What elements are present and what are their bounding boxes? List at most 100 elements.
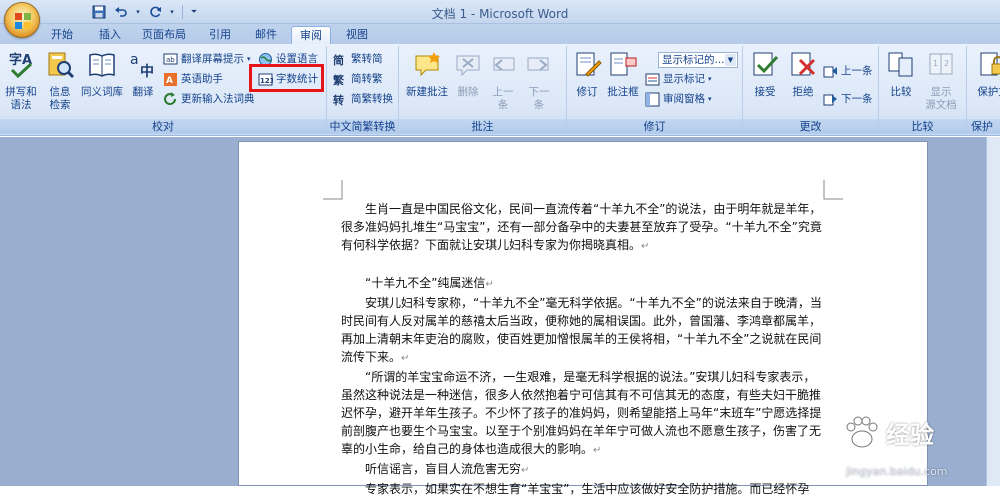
paragraph: “所谓的羊宝宝命运不济，一生艰难，是毫无科学根据的说法。”安琪儿妇科专家表示，虽… bbox=[341, 370, 822, 456]
english-assistant-button[interactable]: A 英语助手 bbox=[163, 70, 223, 88]
previous-change-icon bbox=[823, 66, 837, 77]
track-changes-button[interactable]: 修订 bbox=[571, 50, 603, 99]
margin-corner-mark bbox=[823, 180, 843, 200]
dropdown-arrow-icon: ▼ bbox=[725, 54, 736, 66]
tab-view[interactable]: 视图 bbox=[339, 26, 375, 44]
svg-text:中: 中 bbox=[140, 63, 154, 80]
group-comments: 新建批注 删除 上一 条 下一 条 批注 bbox=[399, 46, 567, 134]
show-markup-icon bbox=[645, 73, 660, 85]
paragraph-mark: ↵ bbox=[401, 353, 410, 364]
paw-logo-icon bbox=[846, 416, 878, 448]
new-comment-button[interactable]: 新建批注 bbox=[403, 50, 451, 99]
show-markup-button[interactable]: 显示标记 ▾ bbox=[645, 70, 712, 88]
dropdown-arrow-icon: ▾ bbox=[708, 75, 712, 83]
group-label-protect: 保护 bbox=[967, 119, 1000, 134]
title-bar: ▾ ▾ ⏷ 文档 1 - Microsoft Word bbox=[0, 0, 1000, 24]
new-comment-icon bbox=[415, 52, 440, 77]
group-label-comments: 批注 bbox=[399, 119, 566, 134]
translate-tip-button[interactable]: ab 翻译屏幕提示 ▾ bbox=[163, 50, 251, 68]
paragraph: 生肖一直是中国民俗文化，民间一直流传着“十羊九不全”的说法，由于明年就是羊年，很… bbox=[341, 202, 822, 252]
baidu-jingyan-watermark: 经验 jingyan.baidu.com bbox=[842, 413, 992, 483]
research-button[interactable]: 信息 检索 bbox=[44, 50, 76, 112]
compare-button[interactable]: 比较 bbox=[883, 50, 919, 99]
paragraph-heading: 听信谣言，盲目人流危害无穷↵ bbox=[365, 462, 530, 476]
next-change-button[interactable]: 下一条 bbox=[823, 90, 873, 108]
svg-text:繁: 繁 bbox=[333, 73, 345, 87]
convert-icon: 转 bbox=[333, 93, 344, 107]
paragraph: 安琪儿妇科专家称，“十羊九不全”毫无科学依据。“十羊九不全”的说法来自于晚清，当… bbox=[341, 296, 822, 364]
abc-check-icon: 字A bbox=[9, 52, 32, 79]
tab-references[interactable]: 引用 bbox=[202, 26, 238, 44]
margin-corner-mark bbox=[323, 180, 343, 200]
group-chinese-conversion: 简 繁转简 繁 简转繁 转 简繁转换 中文简繁转换 bbox=[327, 46, 399, 134]
word-count-highlight bbox=[249, 64, 324, 92]
ribbon: 字A 拼写和 语法 信息 检索 同义词库 a 中 翻译 ab 翻译屏幕提示 ▾ … bbox=[0, 44, 1000, 136]
group-compare: 比较 1 2 显示 源文档 比较 bbox=[879, 46, 967, 134]
svg-text:转: 转 bbox=[333, 93, 344, 107]
reject-button[interactable]: 拒绝 bbox=[785, 50, 821, 99]
svg-text:a: a bbox=[130, 52, 139, 68]
group-label-chinese-conversion: 中文简繁转换 bbox=[327, 119, 398, 134]
accept-button[interactable]: 接受 bbox=[747, 50, 783, 99]
paragraph: 专家表示，如果实在不想生育“羊宝宝”，生活中应该做好安全防护措施。而已经怀孕 bbox=[365, 482, 810, 496]
thesaurus-button[interactable]: 同义词库 bbox=[79, 50, 125, 99]
document-page[interactable]: 生肖一直是中国民俗文化，民间一直流传着“十羊九不全”的说法，由于明年就是羊年，很… bbox=[238, 141, 928, 496]
source-documents-icon: 1 2 bbox=[929, 53, 953, 75]
document-body[interactable]: 生肖一直是中国民俗文化，民间一直流传着“十羊九不全”的说法，由于明年就是羊年，很… bbox=[341, 200, 823, 498]
next-change-icon bbox=[823, 94, 837, 105]
tab-page-layout[interactable]: 页面布局 bbox=[138, 26, 190, 44]
show-source-documents-button[interactable]: 1 2 显示 源文档 bbox=[921, 50, 961, 112]
review-pane-button[interactable]: 审阅窗格 ▾ bbox=[645, 90, 712, 108]
refresh-icon bbox=[164, 91, 177, 105]
paragraph-mark: ↵ bbox=[593, 445, 602, 456]
group-changes: 接受 拒绝 上一条 下一条 更改 bbox=[743, 46, 879, 134]
traditional-icon: 繁 bbox=[333, 73, 345, 87]
spelling-grammar-button[interactable]: 字A 拼写和 语法 bbox=[4, 50, 38, 112]
simplified-icon: 简 bbox=[333, 53, 344, 67]
tab-insert[interactable]: 插入 bbox=[92, 26, 128, 44]
update-ime-dictionary-button[interactable]: 更新输入法词典 bbox=[163, 90, 255, 108]
tab-mailings[interactable]: 邮件 bbox=[248, 26, 284, 44]
display-for-review-select[interactable]: 显示标记的... ▼ bbox=[658, 52, 738, 68]
previous-comment-button[interactable]: 上一 条 bbox=[487, 50, 519, 112]
svg-text:ab: ab bbox=[166, 56, 175, 64]
review-pane-icon bbox=[645, 92, 660, 106]
compare-icon bbox=[888, 52, 913, 77]
delete-comment-button[interactable]: 删除 bbox=[452, 50, 484, 99]
balloons-icon bbox=[610, 52, 637, 76]
svg-text:1: 1 bbox=[933, 59, 938, 68]
group-label-tracking: 修订 bbox=[567, 119, 742, 134]
dropdown-arrow-icon: ▾ bbox=[708, 95, 712, 103]
balloons-button[interactable]: 批注框 bbox=[605, 50, 641, 99]
delete-comment-icon bbox=[456, 55, 480, 77]
to-simplified-button[interactable]: 简 繁转简 bbox=[333, 50, 383, 68]
to-traditional-button[interactable]: 繁 简转繁 bbox=[333, 70, 383, 88]
research-book-icon bbox=[48, 52, 75, 79]
previous-change-button[interactable]: 上一条 bbox=[823, 62, 873, 80]
thesaurus-book-icon bbox=[89, 53, 115, 77]
watermark-url: jingyan.baidu.com bbox=[846, 465, 948, 478]
group-label-changes: 更改 bbox=[743, 119, 878, 134]
office-button[interactable] bbox=[4, 2, 40, 38]
protect-document-button[interactable]: 保护文 bbox=[971, 50, 1000, 99]
tab-home[interactable]: 开始 bbox=[44, 26, 80, 44]
paragraph-mark: ↵ bbox=[641, 241, 650, 252]
reject-icon bbox=[791, 52, 816, 76]
group-label-proofing: 校对 bbox=[0, 119, 326, 134]
svg-text:2: 2 bbox=[944, 59, 949, 68]
group-protect: 保护文 保护 bbox=[967, 46, 1000, 134]
ribbon-tabs: 开始 插入 页面布局 引用 邮件 审阅 视图 bbox=[0, 24, 1000, 44]
translate-icon: a 中 bbox=[130, 52, 154, 80]
paragraph-heading: “十羊九不全”纯属迷信↵ bbox=[365, 276, 494, 290]
chinese-convert-button[interactable]: 转 简繁转换 bbox=[333, 90, 393, 108]
office-logo-icon bbox=[15, 13, 31, 29]
english-assistant-icon: A bbox=[164, 72, 177, 86]
window-title: 文档 1 - Microsoft Word bbox=[431, 7, 569, 21]
translate-button[interactable]: a 中 翻译 bbox=[126, 50, 160, 99]
watermark-brand: 经验 bbox=[886, 421, 934, 449]
accept-icon bbox=[753, 52, 779, 76]
paragraph-mark: ↵ bbox=[521, 465, 530, 476]
next-comment-button[interactable]: 下一 条 bbox=[523, 50, 555, 112]
tab-review[interactable]: 审阅 bbox=[291, 26, 331, 44]
translate-tip-icon: ab bbox=[163, 53, 178, 64]
